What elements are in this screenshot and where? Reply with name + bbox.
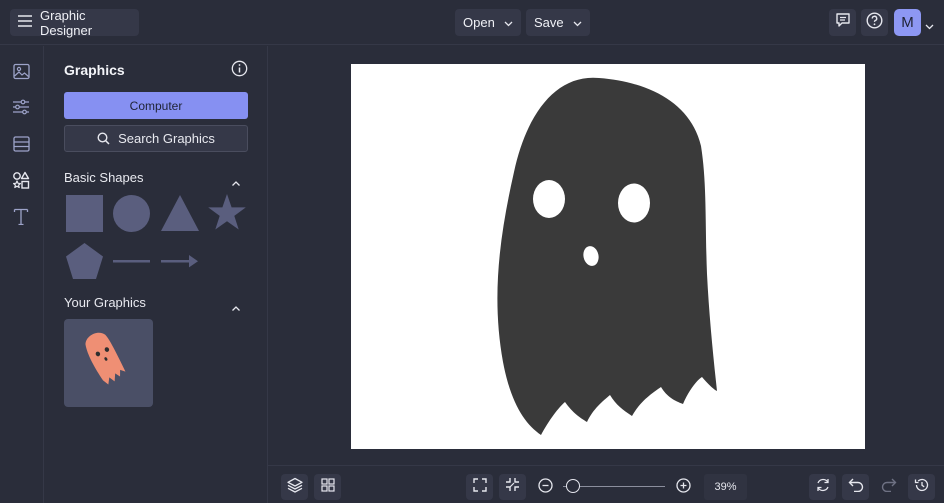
bottom-toolbar: 39% <box>268 465 944 503</box>
comment-icon <box>835 12 851 33</box>
panel-title: Graphics <box>64 62 125 78</box>
layers-button[interactable] <box>281 474 308 500</box>
upload-from-computer-button[interactable]: Computer <box>64 92 248 119</box>
help-icon <box>866 11 883 34</box>
sliders-icon[interactable] <box>10 96 32 118</box>
fit-to-screen-button[interactable] <box>466 474 493 500</box>
square-shape[interactable] <box>66 195 103 232</box>
layers-icon <box>286 477 303 498</box>
history-icon <box>914 477 930 498</box>
zoom-slider-handle[interactable] <box>566 479 580 493</box>
image-icon[interactable] <box>10 60 32 82</box>
shrink-button[interactable] <box>499 474 526 500</box>
undo-button[interactable] <box>842 474 869 500</box>
chevron-up-icon[interactable] <box>231 174 241 192</box>
chevron-down-icon[interactable] <box>925 17 934 35</box>
redo-icon <box>881 478 897 497</box>
save-label: Save <box>534 15 564 30</box>
redo-button[interactable] <box>875 474 902 500</box>
help-button[interactable] <box>861 9 888 36</box>
tool-rail <box>0 46 44 503</box>
chevron-up-icon[interactable] <box>231 299 241 317</box>
ghost-graphic <box>84 332 125 385</box>
refresh-icon <box>815 477 831 498</box>
text-icon[interactable] <box>10 205 32 227</box>
collapse-icon <box>505 477 520 497</box>
line-shape[interactable] <box>113 258 151 264</box>
basic-shapes-heading: Basic Shapes <box>64 170 144 185</box>
history-button[interactable] <box>908 474 935 500</box>
app-title: Graphic Designer <box>40 7 93 38</box>
refresh-button[interactable] <box>809 474 836 500</box>
your-graphics-heading: Your Graphics <box>64 295 146 310</box>
uploaded-graphic-thumbnail[interactable] <box>64 319 153 407</box>
triangle-shape[interactable] <box>161 195 199 231</box>
zoom-in-icon[interactable] <box>676 478 691 498</box>
expand-icon <box>472 477 487 497</box>
comments-button[interactable] <box>829 9 856 36</box>
arrow-shape[interactable] <box>161 254 199 268</box>
grid-icon <box>320 477 335 497</box>
hamburger-icon <box>18 14 32 32</box>
avatar[interactable]: M <box>894 9 921 36</box>
search-icon <box>97 132 110 145</box>
search-graphics-button[interactable]: Search Graphics <box>64 125 248 152</box>
chevron-down-icon <box>573 15 582 30</box>
open-dropdown[interactable]: Open <box>455 9 521 36</box>
top-bar: Graphic Designer Open Save M <box>0 0 944 45</box>
chevron-down-icon <box>504 15 513 30</box>
open-label: Open <box>463 15 495 30</box>
undo-icon <box>848 478 864 497</box>
workspace <box>268 46 944 465</box>
zoom-value[interactable]: 39% <box>704 474 747 500</box>
save-dropdown[interactable]: Save <box>526 9 590 36</box>
zoom-number: 39 <box>714 481 727 493</box>
layout-icon[interactable] <box>10 133 32 155</box>
app-menu-button[interactable]: Graphic Designer <box>10 7 139 38</box>
zoom-unit: % <box>726 481 737 493</box>
grid-button[interactable] <box>314 474 341 500</box>
ghost-graphic[interactable] <box>351 64 865 449</box>
circle-shape[interactable] <box>113 195 150 232</box>
pentagon-shape[interactable] <box>66 243 103 279</box>
info-icon[interactable] <box>231 60 248 82</box>
shapes-icon[interactable] <box>10 169 32 191</box>
search-graphics-label: Search Graphics <box>118 131 215 146</box>
graphics-panel: Graphics Computer Search Graphics Basic … <box>44 46 268 503</box>
zoom-out-icon[interactable] <box>538 478 553 498</box>
design-canvas[interactable] <box>351 64 865 449</box>
star-shape[interactable] <box>208 194 246 231</box>
